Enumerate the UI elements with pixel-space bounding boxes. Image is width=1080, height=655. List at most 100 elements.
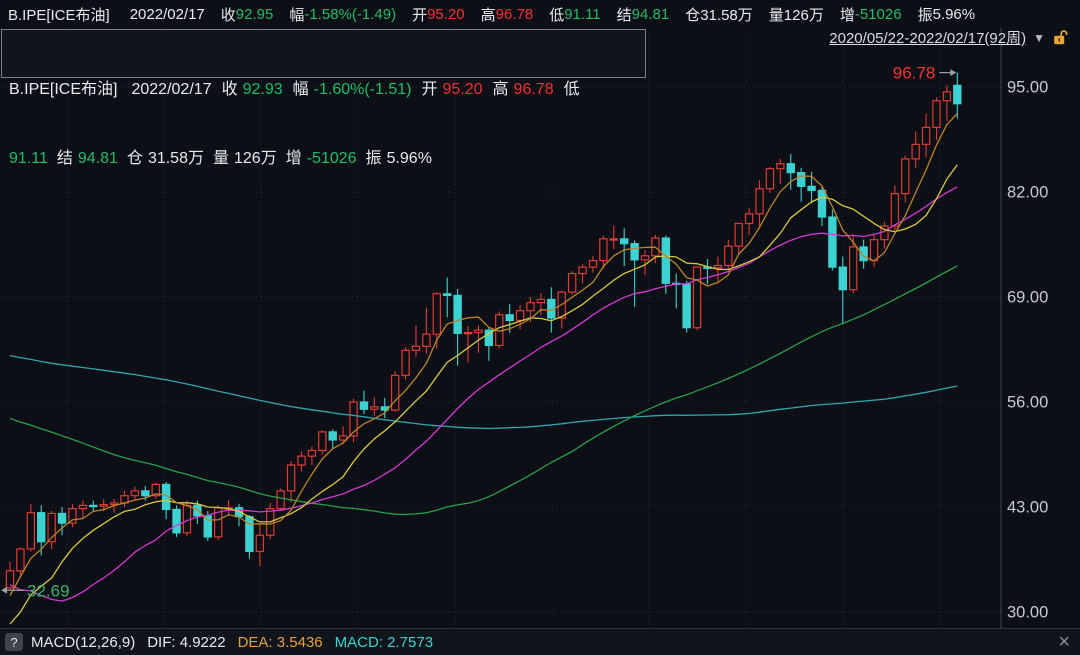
candle-down (173, 509, 180, 532)
text-segment: 量 (769, 4, 784, 25)
candle-up (766, 169, 773, 189)
text-segment: MACD(12,26,9) (31, 634, 135, 651)
text-segment: 5.96% (933, 6, 976, 23)
candle-up (600, 239, 607, 261)
text-segment: 振 (366, 147, 382, 170)
text-segment: 92.93 (243, 78, 283, 101)
candle-down (798, 173, 805, 187)
candle-up (69, 509, 76, 524)
candle-up (714, 266, 721, 268)
candle-down (58, 513, 65, 523)
candle-down (808, 186, 815, 190)
candle-down (360, 402, 367, 409)
text-segment: 幅 (293, 78, 309, 101)
candle-down (142, 491, 149, 496)
candle-down (38, 513, 45, 542)
text-segment: 95.20 (427, 6, 465, 23)
candle-up (735, 224, 742, 247)
candle-down (839, 267, 846, 290)
date-range-control: 2020/05/22-2022/02/17(92周) ▼ (829, 27, 1068, 48)
chevron-down-icon[interactable]: ▼ (1033, 31, 1045, 45)
text-segment: 仓 (127, 147, 143, 170)
candle-up (746, 214, 753, 224)
candle-up (298, 456, 305, 465)
y-axis-tick: 30.00 (1007, 604, 1048, 622)
candle-up (256, 535, 263, 551)
candle-up (850, 247, 857, 290)
candle-down (631, 244, 638, 260)
candle-up (756, 189, 763, 214)
text-segment: 126万 (234, 147, 277, 170)
candle-up (308, 450, 315, 456)
unlock-icon[interactable] (1052, 29, 1068, 46)
candle-up (589, 261, 596, 267)
candle-up (27, 513, 34, 549)
candle-up (912, 144, 919, 159)
text-segment: 幅 (289, 4, 304, 25)
text-segment: 5.96% (387, 147, 432, 170)
y-axis-tick: 56.00 (1007, 394, 1048, 412)
help-icon[interactable]: ? (5, 633, 23, 651)
candle-up (610, 239, 617, 240)
text-segment: 31.58万 (700, 4, 753, 25)
text-segment: 量 (213, 147, 229, 170)
candle-down (506, 315, 513, 321)
text-segment: 开 (421, 78, 437, 101)
text-segment: -51026 (307, 147, 357, 170)
quote-tooltip-line1: B.IPE[ICE布油]2022/02/17收92.93幅-1.60%(-1.5… (9, 78, 638, 101)
candle-up (777, 164, 784, 169)
candle-up (319, 432, 326, 451)
text-segment: 收 (222, 78, 238, 101)
text-segment: -1.60%(-1.51) (314, 78, 412, 101)
text-segment: 31.58万 (148, 147, 204, 170)
candle-up (569, 274, 576, 293)
candle-down (194, 505, 201, 516)
text-segment: B.IPE[ICE布油] (8, 4, 110, 25)
candle-down (204, 516, 211, 537)
candle-up (922, 127, 929, 144)
candle-up (475, 330, 482, 332)
candle-up (464, 333, 471, 334)
candle-down (829, 217, 836, 267)
candle-up (527, 303, 534, 311)
close-icon[interactable]: × (1058, 632, 1070, 652)
text-segment: 92.95 (236, 6, 274, 23)
text-segment: B.IPE[ICE布油] (9, 78, 117, 101)
candle-up (17, 549, 24, 571)
quote-tooltip: B.IPE[ICE布油]2022/02/17收92.93幅-1.60%(-1.5… (1, 29, 646, 78)
text-segment: 94.81 (78, 147, 118, 170)
indicator-status-bar: ? MACD(12,26,9)DIF: 4.9222DEA: 3.5436MAC… (0, 628, 1080, 655)
text-segment: DIF: 4.9222 (147, 634, 225, 651)
ma-line-120 (10, 356, 957, 429)
candle-up (100, 505, 107, 507)
date-range-link[interactable]: 2020/05/22-2022/02/17(92周) (829, 27, 1026, 48)
text-segment: 增 (286, 147, 302, 170)
text-segment: 开 (412, 4, 427, 25)
candle-down (787, 164, 794, 173)
candle-down (444, 294, 451, 296)
candle-down (454, 295, 461, 333)
y-axis-tick: 95.00 (1007, 79, 1048, 97)
candle-up (943, 92, 950, 101)
text-segment: 振 (918, 4, 933, 25)
trading-app-window: B.IPE[ICE布油]2022/02/17收92.95幅-1.58%(-1.4… (0, 0, 1080, 655)
text-segment: 2022/02/17 (130, 6, 205, 23)
text-segment: 结 (57, 147, 73, 170)
text-segment: 94.81 (632, 6, 670, 23)
candle-down (90, 505, 97, 506)
text-segment: 仓 (685, 4, 700, 25)
text-segment: -51026 (855, 6, 902, 23)
candle-down (683, 284, 690, 328)
candle-up (423, 334, 430, 346)
text-segment: 95.20 (442, 78, 482, 101)
y-axis-tick: 82.00 (1007, 184, 1048, 202)
text-segment: 低 (564, 78, 580, 101)
candle-up (641, 256, 648, 260)
candle-up (891, 194, 898, 226)
text-segment: 收 (221, 4, 236, 25)
candle-up (693, 267, 700, 328)
high-price-label: 96.78 (893, 64, 936, 83)
candle-up (870, 240, 877, 261)
text-segment: 96.78 (496, 6, 534, 23)
candle-up (402, 350, 409, 375)
